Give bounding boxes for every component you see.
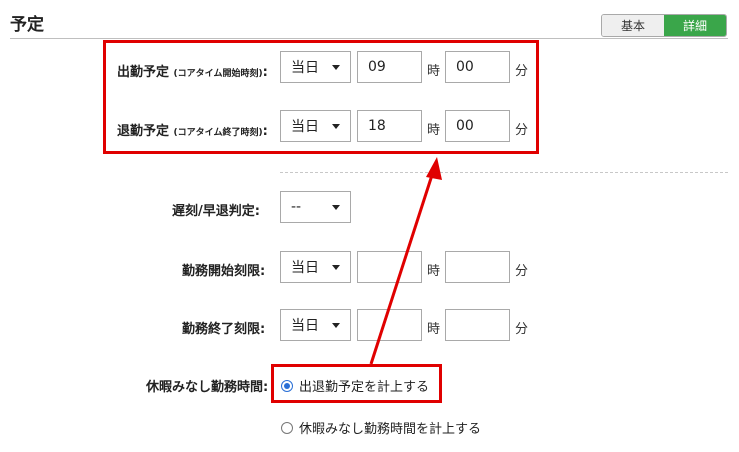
annotation-arrow-icon [369, 157, 442, 365]
